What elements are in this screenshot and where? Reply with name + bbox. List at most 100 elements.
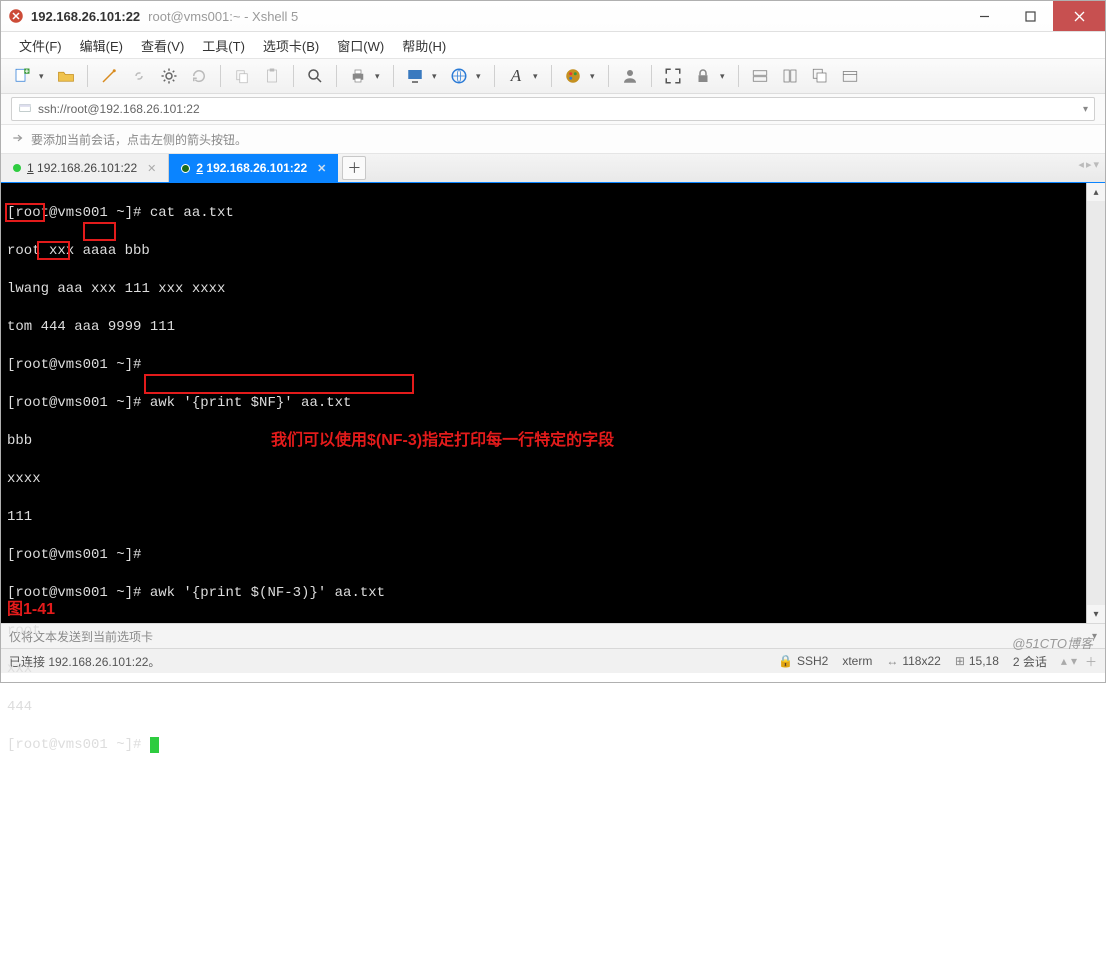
refresh-icon [190, 67, 208, 85]
tile-vertical-icon [781, 67, 799, 85]
print-button[interactable] [345, 63, 371, 89]
menu-edit[interactable]: 编辑(E) [72, 33, 131, 58]
cursor-block [150, 737, 159, 753]
terminal-line: xxx [7, 660, 1080, 679]
tile-h-button[interactable] [747, 63, 773, 89]
terminal-line: [root@vms001 ~]# [7, 356, 1080, 375]
fullscreen-icon [664, 67, 682, 85]
hint-text: 要添加当前会话，点击左侧的箭头按钮。 [31, 131, 247, 148]
tab-session-2[interactable]: 2 192.168.26.101:22 ✕ [169, 154, 338, 182]
menu-help[interactable]: 帮助(H) [394, 33, 454, 58]
plus-icon[interactable]: ＋ [1085, 653, 1097, 670]
window-buttons [961, 1, 1105, 31]
dropdown-icon[interactable]: ▾ [375, 71, 385, 82]
refresh-button[interactable] [186, 63, 212, 89]
terminal-line: tom 444 aaa 9999 111 [7, 318, 1080, 337]
dropdown-icon[interactable]: ▾ [590, 71, 600, 82]
color-scheme-button[interactable] [560, 63, 586, 89]
minimize-button[interactable] [961, 1, 1007, 31]
open-session-button[interactable] [53, 63, 79, 89]
tab-close-icon[interactable]: ✕ [317, 162, 326, 175]
address-url: ssh://root@192.168.26.101:22 [38, 102, 200, 116]
hint-row: 要添加当前会话，点击左侧的箭头按钮。 [1, 125, 1105, 154]
new-session-button[interactable] [9, 63, 35, 89]
toolbar-separator [494, 65, 495, 87]
users-button[interactable] [617, 63, 643, 89]
find-button[interactable] [302, 63, 328, 89]
tab-close-icon[interactable]: ✕ [147, 162, 156, 175]
copy-button[interactable] [229, 63, 255, 89]
send-bar-dropdown-icon[interactable]: ▾ [1092, 631, 1097, 642]
tile-horizontal-icon [751, 67, 769, 85]
tabs-button[interactable] [837, 63, 863, 89]
terminal-line: [root@vms001 ~]# awk '{print $NF}' aa.tx… [7, 394, 1080, 413]
tab-next-icon[interactable]: ▸ [1086, 158, 1092, 171]
highlight-box [83, 222, 116, 241]
tab-label: 192.168.26.101:22 [206, 161, 307, 175]
hint-arrow-icon[interactable] [11, 131, 25, 148]
terminal-line: [root@vms001 ~]# [7, 736, 1080, 755]
transfer-icon [406, 67, 424, 85]
xftp-button[interactable] [402, 63, 428, 89]
address-input[interactable]: ssh://root@192.168.26.101:22 ▾ [11, 97, 1095, 121]
tab-nav: ◂ ▸ ▾ [1078, 158, 1099, 171]
search-icon [306, 67, 324, 85]
cascade-icon [811, 67, 829, 85]
terminal-line: root xxx aaaa bbb [7, 242, 1080, 261]
scroll-down-icon[interactable]: ▾ [1087, 605, 1105, 623]
status-dot-icon [181, 164, 190, 173]
dropdown-icon[interactable]: ▾ [720, 71, 730, 82]
tab-row: 1 192.168.26.101:22 ✕ 2 192.168.26.101:2… [1, 154, 1105, 183]
maximize-button[interactable] [1007, 1, 1053, 31]
annotation-text: 我们可以使用$(NF-3)指定打印每一行特定的字段 [271, 431, 614, 450]
figure-label: 图1-41 [7, 600, 55, 619]
fullscreen-button[interactable] [660, 63, 686, 89]
terminal-line: [root@vms001 ~]# [7, 546, 1080, 565]
title-sub: root@vms001:~ - Xshell 5 [148, 9, 298, 24]
printer-icon [349, 67, 367, 85]
title-host: 192.168.26.101:22 [31, 9, 140, 24]
terminal-line: [root@vms001 ~]# cat aa.txt [7, 204, 1080, 223]
toolbar-separator [393, 65, 394, 87]
add-tab-button[interactable]: ＋ [342, 156, 366, 180]
toolbar-separator [336, 65, 337, 87]
lock-icon [694, 67, 712, 85]
disconnect-button[interactable] [126, 63, 152, 89]
user-icon [621, 67, 639, 85]
menu-tabs[interactable]: 选项卡(B) [255, 33, 327, 58]
properties-button[interactable] [156, 63, 182, 89]
font-button[interactable]: A [503, 63, 529, 89]
reconnect-button[interactable] [96, 63, 122, 89]
lock-button[interactable] [690, 63, 716, 89]
address-dropdown-icon[interactable]: ▾ [1083, 104, 1088, 115]
terminal[interactable]: [root@vms001 ~]# cat aa.txt root xxx aaa… [1, 183, 1086, 623]
dropdown-icon[interactable]: ▾ [432, 71, 442, 82]
browser-button[interactable] [446, 63, 472, 89]
menu-file[interactable]: 文件(F) [11, 33, 70, 58]
tab-prev-icon[interactable]: ◂ [1078, 158, 1084, 171]
gear-icon [160, 67, 178, 85]
toolbar-separator [87, 65, 88, 87]
menu-view[interactable]: 查看(V) [133, 33, 192, 58]
dropdown-icon[interactable]: ▾ [39, 71, 49, 82]
tab-layout-icon [841, 67, 859, 85]
dropdown-icon[interactable]: ▾ [533, 71, 543, 82]
tab-label: 192.168.26.101:22 [37, 161, 137, 175]
dropdown-icon[interactable]: ▾ [476, 71, 486, 82]
cascade-button[interactable] [807, 63, 833, 89]
tab-session-1[interactable]: 1 192.168.26.101:22 ✕ [1, 154, 169, 182]
close-button[interactable] [1053, 1, 1105, 31]
tab-menu-icon[interactable]: ▾ [1093, 158, 1099, 171]
tile-v-button[interactable] [777, 63, 803, 89]
menu-window[interactable]: 窗口(W) [329, 33, 392, 58]
menu-tools[interactable]: 工具(T) [194, 33, 253, 58]
scroll-track[interactable] [1087, 201, 1105, 605]
app-icon [1, 7, 31, 25]
scroll-up-icon[interactable]: ▴ [1087, 183, 1105, 201]
terminal-line: xxxx [7, 470, 1080, 489]
menu-bar: 文件(F) 编辑(E) 查看(V) 工具(T) 选项卡(B) 窗口(W) 帮助(… [1, 32, 1105, 59]
terminal-line: 111 [7, 508, 1080, 527]
terminal-area: [root@vms001 ~]# cat aa.txt root xxx aaa… [1, 183, 1105, 623]
terminal-scrollbar[interactable]: ▴ ▾ [1086, 183, 1105, 623]
paste-button[interactable] [259, 63, 285, 89]
